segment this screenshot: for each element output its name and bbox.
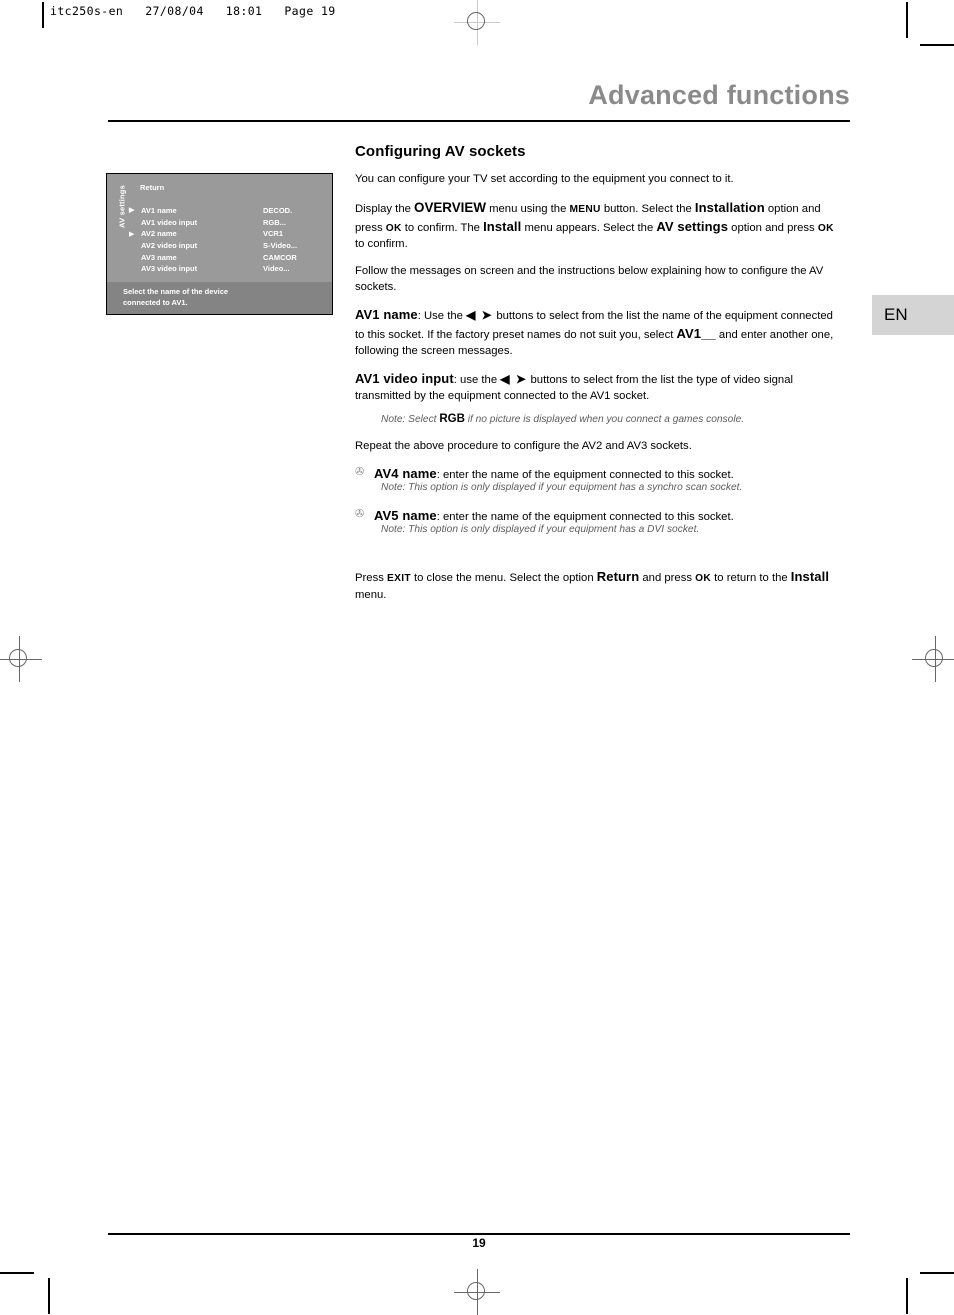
osd-row-label: AV1 name bbox=[141, 206, 177, 216]
note-rgb: Note: Select RGB if no picture is displa… bbox=[381, 411, 842, 427]
note-rgb-text-1: Note: Select bbox=[381, 413, 440, 425]
stamp-left-rule bbox=[42, 2, 44, 28]
section-heading: Configuring AV sockets bbox=[355, 143, 526, 160]
av1-video-text-1: : use the bbox=[453, 374, 501, 387]
osd-return-item: Return bbox=[140, 183, 165, 192]
overview-text-5: to confirm. The bbox=[401, 221, 484, 234]
osd-side-label: AV settings bbox=[117, 185, 127, 228]
osd-menu-row: ▶ AV1 name DECOD. bbox=[129, 205, 325, 217]
osd-row-label: AV2 video input bbox=[141, 241, 198, 251]
registration-mark-top bbox=[454, 0, 500, 45]
overview-text-8: to confirm. bbox=[355, 238, 408, 250]
closing-text-4: to return to the bbox=[711, 572, 791, 585]
av5-name-paragraph: ✇ AV5 name: enter the name of the equipme… bbox=[355, 507, 842, 525]
osd-menu-row: AV3 video input Video... bbox=[129, 263, 325, 275]
av1-name-paragraph: AV1 name: Use the ◀ ➤ buttons to select … bbox=[355, 306, 842, 359]
av1-video-input-paragraph: AV1 video input: use the ◀ ➤ buttons to … bbox=[355, 370, 842, 404]
closing-text-2: to close the menu. Select the option bbox=[410, 572, 597, 585]
registration-mark-bottom bbox=[454, 1269, 500, 1315]
closing-paragraph: Press EXIT to close the menu. Select the… bbox=[355, 568, 842, 603]
article-content: Configuring AV sockets You can configure… bbox=[355, 143, 842, 614]
closing-text-5: menu. bbox=[355, 588, 387, 601]
av-settings-option-term: AV settings bbox=[656, 218, 729, 234]
page-title: Advanced functions bbox=[588, 80, 850, 110]
av1-name-term: AV1 name bbox=[355, 307, 418, 323]
flag-bullet-icon-2: ✇ bbox=[355, 507, 365, 520]
overview-menu-term: OVERVIEW bbox=[414, 200, 486, 216]
left-right-arrows-icon-2: ◀ ➤ bbox=[500, 372, 528, 387]
crop-mark-top-right-horizontal bbox=[920, 44, 954, 46]
crop-mark-bottom-left-horizontal bbox=[0, 1272, 34, 1274]
av1-blank-option-term: AV1__ bbox=[676, 325, 716, 341]
osd-menu-screenshot: AV settings ▶ Return ▶ AV1 name DECOD. A… bbox=[106, 173, 333, 315]
osd-row-value: DECOD. bbox=[263, 206, 293, 216]
av1-video-input-term: AV1 video input bbox=[355, 371, 454, 387]
note-av5: Note: This option is only displayed if y… bbox=[381, 524, 700, 536]
osd-menu-rows: ▶ AV1 name DECOD. AV1 video input RGB...… bbox=[129, 205, 325, 275]
crop-mark-bottom-right-horizontal bbox=[920, 1272, 954, 1274]
crop-mark-bottom-left-vertical bbox=[48, 1278, 50, 1314]
registration-mark-left bbox=[0, 636, 42, 682]
intro-paragraph: You can configure your TV set according … bbox=[355, 173, 734, 185]
osd-row-label: AV2 name bbox=[141, 229, 177, 239]
language-tab-en: EN bbox=[872, 295, 954, 335]
osd-menu-row: AV2 name VCR1 bbox=[129, 228, 325, 240]
av1-name-text-1: : Use the bbox=[417, 310, 467, 323]
av5-name-term: AV5 name bbox=[374, 507, 437, 523]
osd-hint-bar: Select the name of the device connected … bbox=[107, 282, 332, 314]
repeat-paragraph: Repeat the above procedure to configure … bbox=[355, 439, 692, 452]
overview-paragraph: Display the OVERVIEW menu using the MENU… bbox=[355, 198, 842, 252]
overview-text-7: option and press bbox=[728, 221, 818, 234]
print-file-stamp: itc250s-en 27/08/04 18:01 Page 19 bbox=[50, 4, 336, 18]
closing-text-3: and press bbox=[639, 572, 696, 585]
closing-text-1: Press bbox=[355, 572, 388, 585]
page-number: 19 bbox=[472, 1236, 486, 1250]
title-divider bbox=[108, 120, 850, 122]
ok-key-label-3: OK bbox=[695, 573, 712, 585]
install-menu-term-2: Install bbox=[790, 569, 830, 585]
av4-name-term: AV4 name bbox=[374, 465, 437, 481]
osd-row-value: S-Video... bbox=[263, 241, 298, 251]
osd-menu-row: AV3 name CAMCOR bbox=[129, 251, 325, 263]
osd-menu-row: AV2 video input S-Video... bbox=[129, 240, 325, 252]
installation-option-term: Installation bbox=[694, 200, 765, 216]
language-tab-label: EN bbox=[884, 305, 908, 324]
osd-row-value: CAMCOR bbox=[263, 252, 297, 262]
osd-row-value: VCR1 bbox=[263, 229, 284, 239]
osd-row-label: AV1 video input bbox=[141, 217, 198, 227]
note-rgb-text-2: if no picture is displayed when you conn… bbox=[464, 413, 745, 425]
overview-text-1: Display the bbox=[355, 203, 415, 216]
ok-key-label: OK bbox=[385, 222, 402, 234]
registration-mark-right bbox=[912, 636, 954, 682]
osd-hint-line-1: Select the name of the device bbox=[123, 287, 229, 296]
av4-name-paragraph: ✇ AV4 name: enter the name of the equipme… bbox=[355, 465, 842, 483]
crop-mark-bottom-right-vertical bbox=[906, 1278, 908, 1314]
av5-name-text: : enter the name of the equipment connec… bbox=[436, 510, 734, 523]
osd-menu-body: AV settings ▶ Return ▶ AV1 name DECOD. A… bbox=[107, 174, 332, 284]
left-right-arrows-icon: ◀ ➤ bbox=[466, 308, 494, 323]
overview-text-3: button. Select the bbox=[600, 203, 695, 216]
return-option-term: Return bbox=[596, 569, 640, 585]
ok-key-label-2: OK bbox=[817, 222, 834, 234]
overview-text-6: menu appears. Select the bbox=[521, 221, 657, 234]
install-menu-term: Install bbox=[483, 218, 522, 234]
menu-key-label: MENU bbox=[569, 204, 601, 216]
follow-paragraph: Follow the messages on screen and the in… bbox=[355, 265, 824, 294]
rgb-term: RGB bbox=[439, 412, 465, 425]
osd-row-label: AV3 video input bbox=[141, 264, 198, 274]
footer-divider bbox=[108, 1233, 850, 1235]
osd-row-value: Video... bbox=[263, 264, 290, 274]
crop-mark-top-right-vertical bbox=[906, 2, 908, 38]
note-av4: Note: This option is only displayed if y… bbox=[381, 482, 743, 494]
osd-hint-line-2: connected to AV1. bbox=[123, 297, 188, 307]
osd-selection-caret-icon: ▶ bbox=[129, 207, 135, 215]
osd-row-label: AV3 name bbox=[141, 252, 177, 262]
osd-row-value: RGB... bbox=[263, 217, 286, 227]
flag-bullet-icon: ✇ bbox=[355, 465, 365, 478]
osd-menu-row: AV1 video input RGB... bbox=[129, 217, 325, 229]
av4-name-text: : enter the name of the equipment connec… bbox=[436, 468, 734, 481]
exit-key-label: EXIT bbox=[387, 573, 411, 585]
overview-text-2: menu using the bbox=[485, 203, 570, 216]
